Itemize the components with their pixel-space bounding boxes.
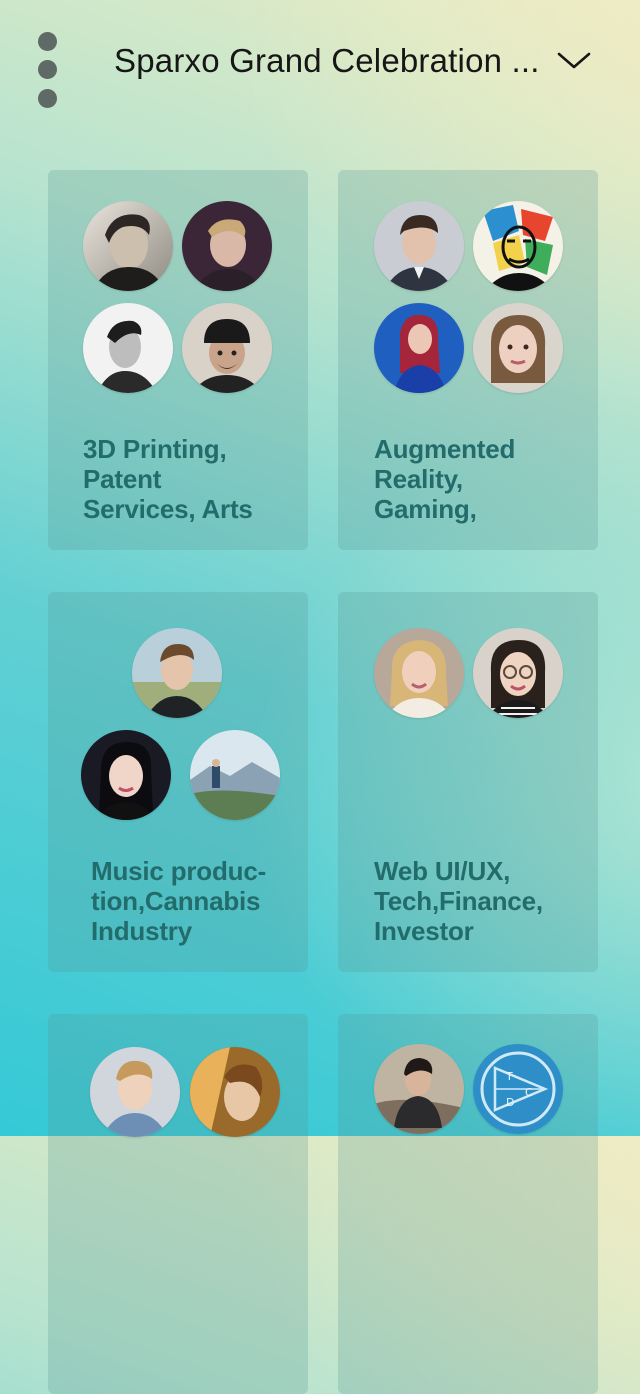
card-label-line: Industry: [91, 916, 192, 946]
interest-group-card[interactable]: T C D: [338, 1014, 598, 1394]
card-label-line: 3D Printing,: [83, 434, 227, 464]
attendee-avatar[interactable]: [374, 303, 464, 393]
event-title[interactable]: Sparxo Grand Celebration ...: [114, 42, 544, 80]
attendee-avatar[interactable]: [374, 1044, 464, 1134]
card-label-line: Investor: [374, 916, 474, 946]
attendee-avatar[interactable]: [374, 628, 464, 718]
attendee-avatar[interactable]: [132, 628, 222, 718]
attendee-avatar[interactable]: [182, 303, 272, 393]
card-label-line: Augmented: [374, 434, 516, 464]
card-label-line: Web UI/UX,: [374, 856, 511, 886]
interest-group-card[interactable]: Augmented Reality, Gaming,: [338, 170, 598, 550]
attendee-avatar[interactable]: [190, 730, 280, 820]
interest-group-card[interactable]: [48, 1014, 308, 1394]
attendee-avatar[interactable]: [182, 201, 272, 291]
logo-letter: C: [525, 1086, 533, 1099]
logo-letter: T: [505, 1070, 513, 1083]
card-label-line: Patent: [83, 464, 162, 494]
card-label-line: Services, Arts: [83, 494, 253, 524]
attendee-avatar[interactable]: [190, 1047, 280, 1137]
menu-dot: [38, 32, 57, 51]
card-interests-label: Music produc- tion,Cannabis Industry: [91, 856, 301, 946]
interest-group-card[interactable]: Music produc- tion,Cannabis Industry: [48, 592, 308, 972]
menu-dot: [38, 60, 57, 79]
chevron-down-icon[interactable]: [556, 48, 592, 72]
attendee-avatar[interactable]: [473, 201, 563, 291]
card-interests-label: Web UI/UX, Tech,Finance, Investor: [374, 856, 594, 946]
card-label-line: Music produc-: [91, 856, 267, 886]
card-interests-label: 3D Printing, Patent Services, Arts: [83, 434, 293, 524]
card-label-line: Gaming,: [374, 494, 477, 524]
header-bar: Sparxo Grand Celebration ...: [0, 0, 640, 130]
menu-dot: [38, 89, 57, 108]
attendee-avatar[interactable]: [83, 201, 173, 291]
attendee-avatar[interactable]: [374, 201, 464, 291]
card-label-line: Reality,: [374, 464, 463, 494]
card-label-line: tion,Cannabis: [91, 886, 261, 916]
attendee-avatar[interactable]: [83, 303, 173, 393]
attendee-avatar[interactable]: [81, 730, 171, 820]
card-label-line: Tech,Finance,: [374, 886, 543, 916]
tcd-logo-avatar[interactable]: T C D: [473, 1044, 563, 1134]
card-interests-label: Augmented Reality, Gaming,: [374, 434, 584, 524]
attendee-avatar[interactable]: [90, 1047, 180, 1137]
attendee-avatar[interactable]: [473, 628, 563, 718]
attendee-avatar[interactable]: [473, 303, 563, 393]
interest-group-card[interactable]: 3D Printing, Patent Services, Arts: [48, 170, 308, 550]
menu-dots-icon[interactable]: [36, 30, 60, 112]
logo-letter: D: [506, 1096, 514, 1109]
interest-group-card[interactable]: Web UI/UX, Tech,Finance, Investor: [338, 592, 598, 972]
